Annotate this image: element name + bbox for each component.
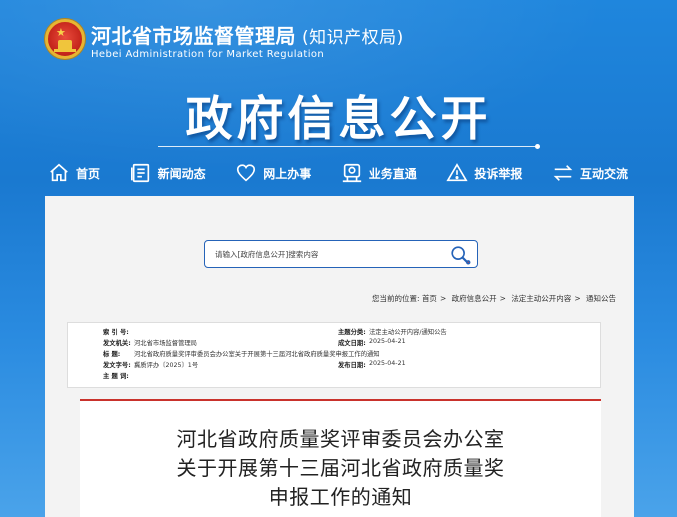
doc-number-value: 冀质评办〔2025〕1号 (134, 362, 199, 369)
meta-row: 索 引 号: 主题分类: 法定主动公开内容/通知公告 (68, 327, 602, 338)
national-emblem-icon: ★ (45, 19, 85, 59)
document-body: 河北省政府质量奖评审委员会办公室 关于开展第十三届河北省政府质量奖 申报工作的通… (80, 399, 601, 517)
document-title-line: 关于开展第十三届河北省政府质量奖 (176, 456, 505, 480)
nav-item-news[interactable]: 新闻动态 (130, 162, 206, 184)
created-date-label: 成文日期: (338, 340, 366, 347)
breadcrumb-prefix: 您当前的位置: (372, 294, 420, 303)
breadcrumb-notices[interactable]: 通知公告 (586, 294, 616, 303)
doc-number-label: 发文字号: (103, 362, 131, 369)
search-icon[interactable] (449, 244, 471, 266)
nav-item-business[interactable]: 业务直通 (341, 162, 417, 184)
breadcrumb-separator: > (574, 294, 581, 303)
nav-label: 互动交流 (579, 166, 628, 181)
heart-icon (235, 162, 257, 184)
warning-icon (446, 162, 468, 184)
breadcrumb: 您当前的位置: 首页 > 政府信息公开 > 法定主动公开内容 > 通知公告 (372, 293, 616, 304)
nav-item-complaint[interactable]: 投诉举报 (446, 162, 522, 184)
content-panel: 您当前的位置: 首页> 政府信息公开> 法定主动公开内容> 通知公告 索 引 号… (45, 196, 634, 517)
service-icon (341, 162, 363, 184)
meta-row: 发文机关: 河北省市场监督管理局 成文日期: 2025-04-21 (68, 338, 602, 349)
category-value: 法定主动公开内容/通知公告 (369, 329, 447, 336)
published-date-label: 发布日期: (338, 362, 366, 369)
keywords-label: 主 题 词: (103, 373, 129, 380)
nav-item-interaction[interactable]: 互动交流 (552, 162, 628, 184)
org-name[interactable]: 河北省市场监督管理局 (知识产权局) (91, 20, 404, 49)
page-title: 政府信息公开 (185, 92, 492, 147)
nav-label: 网上办事 (263, 166, 312, 181)
main-nav: 首页 新闻动态 网上办事 业务直通 投诉举报 互动交流 (48, 158, 628, 188)
issuer-value: 河北省市场监督管理局 (134, 340, 197, 347)
org-name-cn: 河北省市场监督管理局 (91, 24, 296, 48)
nav-label: 业务直通 (368, 166, 417, 181)
meta-row: 主 题 词: (68, 371, 602, 382)
published-date-value: 2025-04-21 (369, 360, 406, 367)
meta-row: 标 题: 河北省政府质量奖评审委员会办公室关于开展第十三届河北省政府质量奖申报工… (68, 349, 602, 360)
issuer-label: 发文机关: (103, 340, 131, 347)
breadcrumb-separator: > (499, 294, 506, 303)
meta-row: 发文字号: 冀质评办〔2025〕1号 发布日期: 2025-04-21 (68, 360, 602, 371)
title-label: 标 题: (103, 351, 121, 358)
search-box (204, 240, 478, 268)
category-label: 主题分类: (338, 329, 366, 336)
org-name-en: Hebei Administration for Market Regulati… (91, 49, 325, 60)
document-title: 河北省政府质量奖评审委员会办公室 关于开展第十三届河北省政府质量奖 申报工作的通… (80, 425, 601, 512)
title-divider (158, 144, 540, 149)
breadcrumb-home[interactable]: 首页 (422, 294, 437, 303)
org-name-sub: (知识产权局) (302, 28, 404, 48)
document-title-line: 申报工作的通知 (268, 485, 413, 509)
breadcrumb-gov-info[interactable]: 政府信息公开 (452, 294, 497, 303)
exchange-icon (552, 162, 574, 184)
nav-label: 投诉举报 (474, 166, 523, 181)
document-metadata: 索 引 号: 主题分类: 法定主动公开内容/通知公告 发文机关: 河北省市场监督… (67, 322, 601, 388)
nav-label: 新闻动态 (157, 166, 206, 181)
index-label: 索 引 号: (103, 329, 129, 336)
nav-label: 首页 (76, 166, 101, 181)
home-icon (48, 162, 70, 184)
created-date-value: 2025-04-21 (369, 338, 406, 345)
document-title-line: 河北省政府质量奖评审委员会办公室 (176, 427, 505, 451)
search-input[interactable] (205, 241, 437, 267)
news-icon (130, 162, 152, 184)
breadcrumb-separator: > (439, 294, 447, 303)
breadcrumb-statutory[interactable]: 法定主动公开内容 (511, 294, 571, 303)
nav-item-online-service[interactable]: 网上办事 (235, 162, 311, 184)
nav-item-home[interactable]: 首页 (48, 162, 100, 184)
title-value: 河北省政府质量奖评审委员会办公室关于开展第十三届河北省政府质量奖申报工作的通知 (134, 351, 380, 358)
